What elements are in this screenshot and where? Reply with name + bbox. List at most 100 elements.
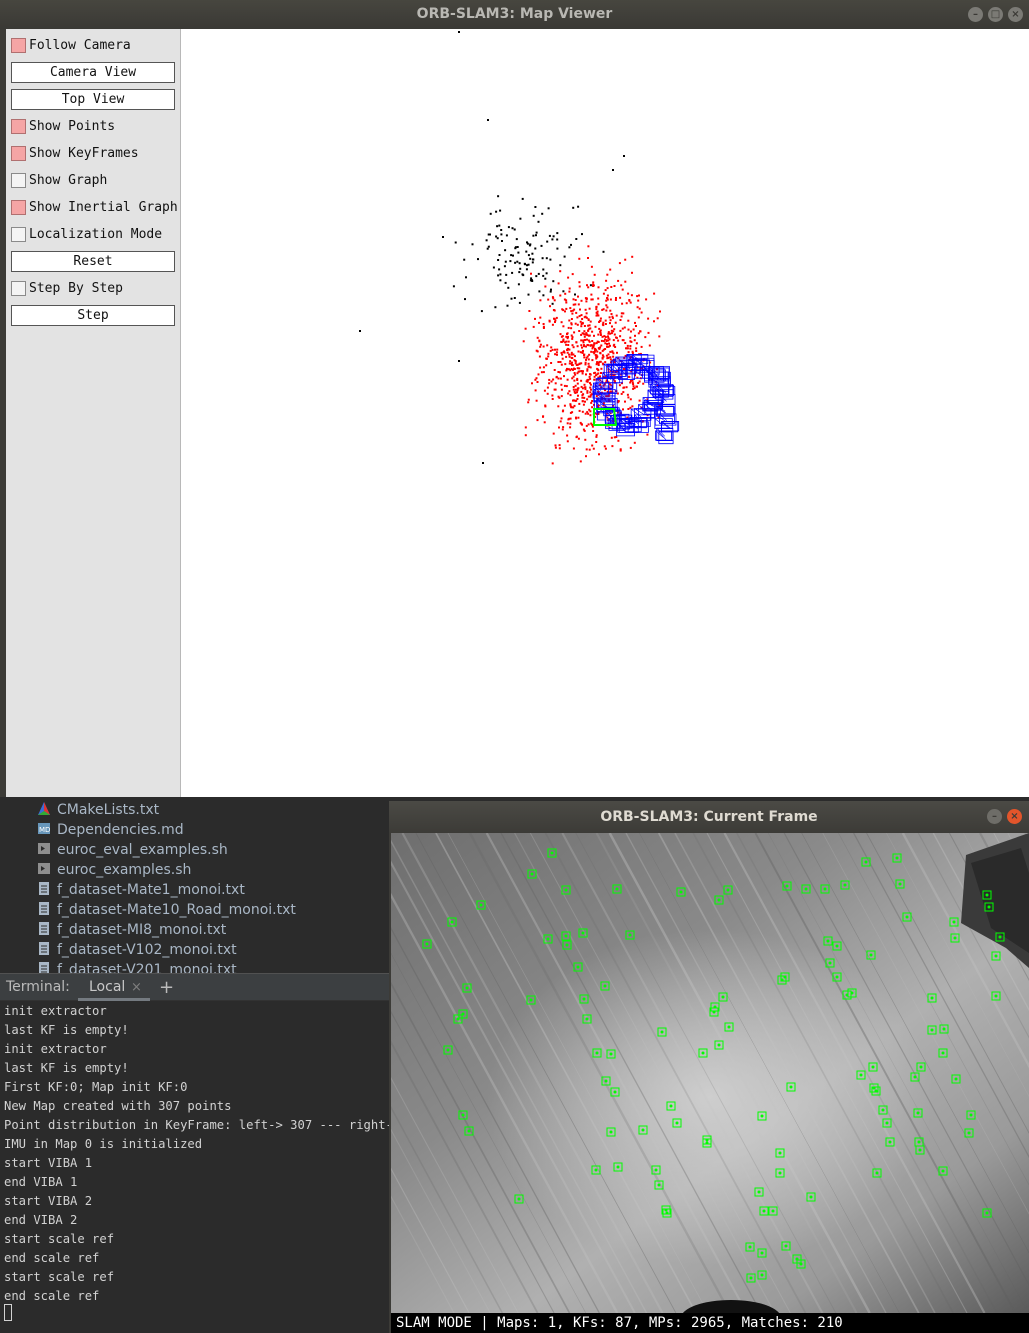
file-tree-item[interactable]: euroc_examples.sh bbox=[38, 860, 191, 880]
feature-point bbox=[581, 931, 585, 935]
feature-point bbox=[465, 986, 469, 990]
file-tree-item[interactable]: f_dataset-Mate10_Road_monoi.txt bbox=[38, 900, 296, 920]
new-terminal-button[interactable]: + bbox=[159, 974, 174, 1001]
feature-point bbox=[905, 915, 909, 919]
checkbox-icon[interactable] bbox=[11, 119, 26, 134]
feature-point bbox=[760, 1251, 764, 1255]
feature-point bbox=[641, 1128, 645, 1132]
checkbox-label: Show KeyFrames bbox=[29, 146, 139, 161]
file-tree-item[interactable]: f_dataset-Mate1_monoi.txt bbox=[38, 880, 245, 900]
feature-point bbox=[967, 1131, 971, 1135]
feature-overlay bbox=[391, 833, 1029, 1313]
feature-point bbox=[828, 961, 832, 965]
feature-point bbox=[582, 997, 586, 1001]
checkbox-icon[interactable] bbox=[11, 200, 26, 215]
file-tree-item[interactable]: f_dataset-V201_monoi.txt bbox=[38, 960, 237, 973]
file-name: f_dataset-V102_monoi.txt bbox=[57, 942, 237, 958]
feature-point bbox=[616, 1165, 620, 1169]
feature-point bbox=[872, 1086, 876, 1090]
file-tree-item[interactable]: f_dataset-V102_monoi.txt bbox=[38, 940, 237, 960]
feature-point bbox=[529, 998, 533, 1002]
file-tree-item[interactable]: MD Dependencies.md bbox=[38, 820, 184, 840]
minimize-icon[interactable]: – bbox=[968, 7, 983, 22]
feature-point bbox=[721, 995, 725, 999]
text-file-icon bbox=[38, 941, 50, 955]
feature-point bbox=[456, 1017, 460, 1021]
feature-point bbox=[941, 1051, 945, 1055]
file-tree-item[interactable]: euroc_eval_examples.sh bbox=[38, 840, 228, 860]
text-file-icon bbox=[38, 921, 50, 935]
feature-point bbox=[762, 1209, 766, 1213]
feature-point bbox=[669, 1104, 673, 1108]
text-file-icon bbox=[38, 881, 50, 895]
svg-text:MD: MD bbox=[39, 826, 50, 834]
map-3d-canvas[interactable] bbox=[182, 29, 1029, 797]
terminal-line: last KF is empty! bbox=[4, 1023, 129, 1037]
file-tree-item[interactable]: f_dataset-MI8_monoi.txt bbox=[38, 920, 226, 940]
project-file-tree: CMakeLists.txt MD Dependencies.md euroc_e… bbox=[0, 797, 390, 973]
feature-point bbox=[941, 1169, 945, 1173]
checkbox-label: Show Inertial Graph bbox=[29, 200, 178, 215]
feature-point bbox=[895, 856, 899, 860]
map-viewer-window: ORB-SLAM3: Map Viewer – □ × Follow Camer… bbox=[0, 0, 1029, 797]
feature-point bbox=[885, 1121, 889, 1125]
slam-status-bar: SLAM MODE | Maps: 1, KFs: 87, MPs: 2965,… bbox=[391, 1313, 1029, 1333]
feature-point bbox=[942, 1027, 946, 1031]
camera-frame-image bbox=[391, 833, 1029, 1313]
feature-point bbox=[898, 882, 902, 886]
feature-point bbox=[930, 996, 934, 1000]
file-name: Dependencies.md bbox=[57, 822, 184, 838]
checkbox-icon[interactable] bbox=[11, 38, 26, 53]
close-tab-icon[interactable]: × bbox=[131, 974, 142, 1001]
map-viewer-titlebar[interactable]: ORB-SLAM3: Map Viewer – □ × bbox=[0, 0, 1029, 29]
current-frame-titlebar[interactable]: ORB-SLAM3: Current Frame – × bbox=[389, 801, 1029, 833]
feature-point bbox=[953, 936, 957, 940]
terminal-line: start scale ref bbox=[4, 1232, 115, 1246]
minimize-icon[interactable]: – bbox=[987, 809, 1002, 824]
feature-point bbox=[778, 1151, 782, 1155]
feature-point bbox=[467, 1129, 471, 1133]
feature-point bbox=[864, 860, 868, 864]
feature-point bbox=[785, 884, 789, 888]
cmake-icon bbox=[38, 801, 50, 815]
feature-point bbox=[789, 1085, 793, 1089]
terminal-line: end VIBA 2 bbox=[4, 1213, 78, 1227]
checkbox-label: Step By Step bbox=[29, 281, 123, 296]
camera-view-button[interactable]: Camera View bbox=[11, 62, 175, 83]
feature-point bbox=[595, 1051, 599, 1055]
feature-point bbox=[654, 1168, 658, 1172]
checkbox-label: Show Graph bbox=[29, 173, 108, 188]
close-icon[interactable]: × bbox=[1007, 809, 1022, 824]
feature-point bbox=[888, 1140, 892, 1144]
checkbox-icon[interactable] bbox=[11, 281, 26, 296]
terminal-tab-local[interactable]: Local × bbox=[78, 974, 150, 1001]
maximize-icon[interactable]: □ bbox=[988, 7, 1003, 22]
feature-point bbox=[546, 937, 550, 941]
file-name: euroc_eval_examples.sh bbox=[57, 842, 228, 858]
file-tree-item[interactable]: CMakeLists.txt bbox=[38, 800, 159, 820]
checkbox-icon[interactable] bbox=[11, 227, 26, 242]
map-points bbox=[359, 31, 661, 465]
shell-script-icon bbox=[38, 841, 50, 854]
checkbox-icon[interactable] bbox=[11, 173, 26, 188]
keyframes bbox=[592, 354, 680, 445]
feature-point bbox=[954, 1077, 958, 1081]
close-icon[interactable]: × bbox=[1008, 7, 1023, 22]
feature-point bbox=[701, 1051, 705, 1055]
feature-point bbox=[799, 1262, 803, 1266]
file-name: f_dataset-MI8_monoi.txt bbox=[57, 922, 227, 938]
terminal-line: init extractor bbox=[4, 1042, 107, 1056]
terminal-line: start VIBA 2 bbox=[4, 1194, 93, 1208]
feature-point bbox=[585, 1017, 589, 1021]
checkbox-label: Localization Mode bbox=[29, 227, 163, 242]
checkbox-icon[interactable] bbox=[11, 146, 26, 161]
top-view-button[interactable]: Top View bbox=[11, 89, 175, 110]
terminal-line: First KF:0; Map init KF:0 bbox=[4, 1080, 188, 1094]
feature-point bbox=[809, 1195, 813, 1199]
terminal-line: New Map created with 307 points bbox=[4, 1099, 232, 1113]
step-button[interactable]: Step bbox=[11, 305, 175, 326]
reset-button[interactable]: Reset bbox=[11, 251, 175, 272]
terminal-line: start scale ref bbox=[4, 1270, 115, 1284]
file-name: euroc_examples.sh bbox=[57, 862, 192, 878]
feature-point bbox=[660, 1030, 664, 1034]
